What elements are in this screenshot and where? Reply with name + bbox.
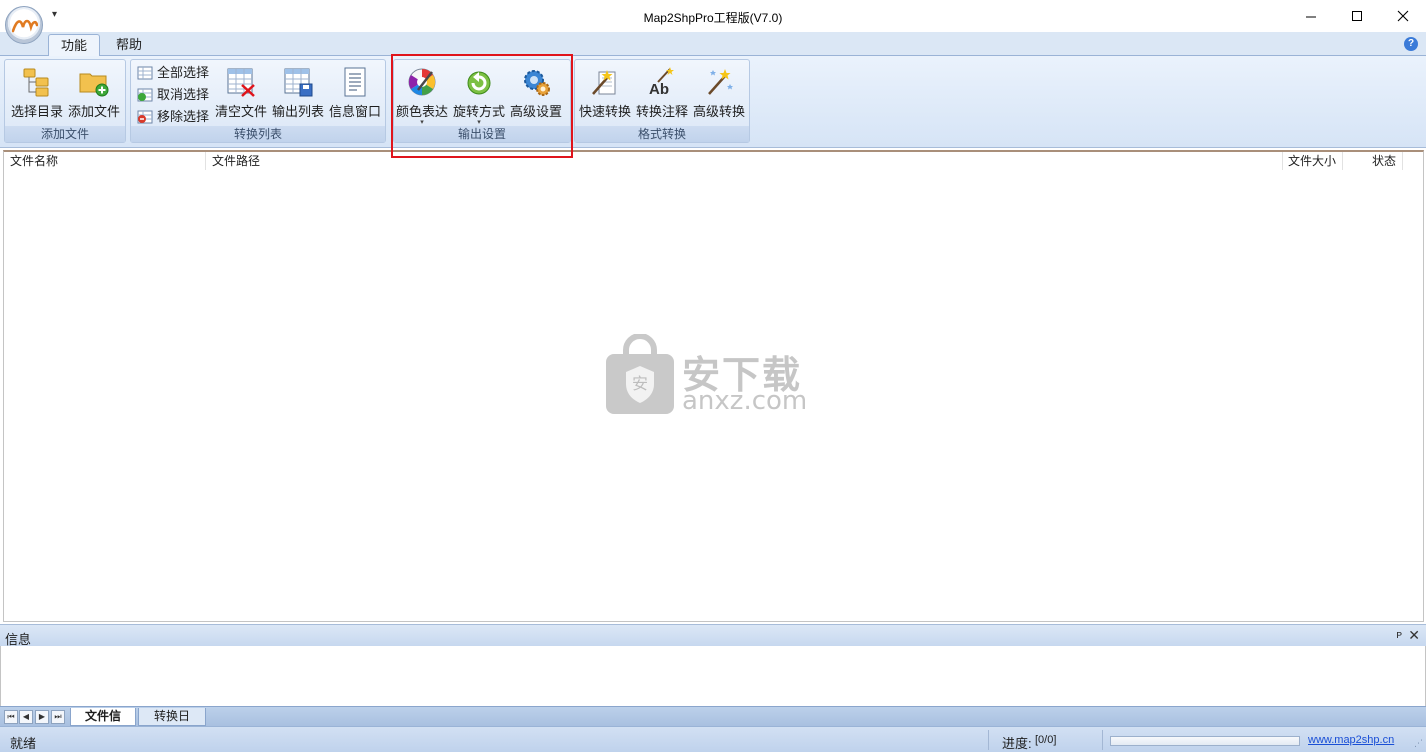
magic-wand-document-icon <box>592 70 616 95</box>
color-palette-icon <box>408 68 436 96</box>
column-header-status[interactable]: 状态 <box>1343 152 1403 170</box>
advanced-settings-label: 高级设置 <box>509 104 562 119</box>
folder-add-icon <box>79 73 109 97</box>
tab-help[interactable]: 帮助 <box>104 34 154 56</box>
previous-sheet-button[interactable]: ◀ <box>19 710 33 724</box>
rotate-icon <box>467 71 491 95</box>
ribbon: 选择目录 添加文件 添加文件 全部选择 取消选择 移除选择 清空文件 输出列表 … <box>0 56 1426 148</box>
status-divider <box>988 730 989 750</box>
first-sheet-button[interactable]: ⏮ <box>4 710 18 724</box>
group-label-convert-list: 转换列表 <box>131 126 385 142</box>
tab-functions[interactable]: 功能 <box>48 34 101 57</box>
add-file-button[interactable]: 添加文件 <box>66 62 122 124</box>
deselect-label: 取消选择 <box>157 87 210 102</box>
group-format-conversion: 快速转换 Ab 转换注释 高级转换 格式转换 <box>574 59 750 143</box>
group-output-settings: 颜色表达 ▾ 旋转方式 ▾ 高级设置 输出设置 <box>393 59 571 143</box>
minimize-icon <box>1306 16 1316 18</box>
minimize-button[interactable] <box>1288 0 1334 32</box>
svg-text:Ab: Ab <box>649 81 669 98</box>
last-sheet-button[interactable]: ⏭ <box>51 710 65 724</box>
maximize-icon <box>1352 11 1362 21</box>
column-header-file-path[interactable]: 文件路径 <box>206 152 1283 170</box>
advanced-settings-button[interactable]: 高级设置 <box>508 62 564 124</box>
info-panel-header: 信息 ᴘ ✕ <box>0 624 1426 647</box>
advanced-convert-button[interactable]: 高级转换 <box>691 62 747 124</box>
advanced-convert-label: 高级转换 <box>692 104 745 119</box>
website-link[interactable]: www.map2shp.cn <box>1308 734 1394 746</box>
close-icon <box>1397 10 1409 22</box>
add-file-label: 添加文件 <box>67 104 120 119</box>
column-header-file-size[interactable]: 文件大小 <box>1283 152 1343 170</box>
convert-annotation-label: 转换注释 <box>635 104 688 119</box>
pin-icon[interactable]: ᴘ <box>1396 629 1402 641</box>
group-label-output-settings: 输出设置 <box>394 126 570 142</box>
clear-files-button[interactable]: 清空文件 <box>213 62 269 124</box>
gears-icon <box>524 70 550 96</box>
deselect-button[interactable]: 取消选择 <box>137 85 209 105</box>
next-sheet-button[interactable]: ▶ <box>35 710 49 724</box>
sheet-tab-convert-log[interactable]: 转换日志 <box>138 708 206 740</box>
folder-tree-icon <box>23 68 49 97</box>
table-save-icon <box>284 68 313 97</box>
select-directory-button[interactable]: 选择目录 <box>9 62 65 124</box>
status-text: 就绪 <box>10 736 37 751</box>
table-clear-icon <box>227 68 255 97</box>
group-convert-list: 全部选择 取消选择 移除选择 清空文件 输出列表 信息窗口 转换列表 <box>130 59 386 143</box>
quick-convert-button[interactable]: 快速转换 <box>577 62 633 124</box>
info-window-button[interactable]: 信息窗口 <box>327 62 383 124</box>
close-button[interactable] <box>1380 0 1426 32</box>
window-title: Map2ShpPro工程版(V7.0) <box>643 11 783 25</box>
watermark: 安 安下载 anxz.com <box>604 334 824 418</box>
remove-selection-label: 移除选择 <box>157 109 210 124</box>
clear-files-label: 清空文件 <box>214 104 267 119</box>
info-panel-close-icon[interactable]: ✕ <box>1408 627 1420 644</box>
rotation-mode-button[interactable]: 旋转方式 ▾ <box>451 62 507 126</box>
watermark-domain: anxz.com <box>682 386 808 416</box>
quick-convert-label: 快速转换 <box>578 104 631 119</box>
ribbon-tab-row: 功能 帮助 ? <box>0 32 1426 57</box>
select-all-button[interactable]: 全部选择 <box>137 63 209 83</box>
magic-text-icon: Ab <box>649 67 674 98</box>
sheet-tab-file-info[interactable]: 文件信息 <box>70 708 136 740</box>
sheet-tab-bar: ⏮ ◀ ▶ ⏭ 文件信息 转换日志 <box>0 706 1426 740</box>
info-panel-body[interactable] <box>0 646 1426 706</box>
progress-value: [0/0] <box>1035 734 1057 746</box>
grid-deselect-icon <box>137 88 153 102</box>
output-list-label: 输出列表 <box>271 104 324 119</box>
remove-selection-button[interactable]: 移除选择 <box>137 107 209 127</box>
resize-grip[interactable]: ⋰ <box>1414 738 1423 749</box>
progress-bar <box>1110 736 1300 746</box>
progress-label: 进度: <box>1002 736 1032 751</box>
title-bar: ▾ Map2ShpPro工程版(V7.0) <box>0 0 1426 44</box>
color-expression-caret: ▾ <box>420 119 424 126</box>
info-window-label: 信息窗口 <box>328 104 381 119</box>
rotation-mode-caret: ▾ <box>477 119 481 126</box>
app-logo[interactable] <box>5 6 43 44</box>
document-window-icon <box>344 67 366 97</box>
grid-select-icon <box>137 66 153 80</box>
status-divider <box>1102 730 1103 750</box>
status-bar: 就绪 进度: [0/0] www.map2shp.cn ⋰ <box>0 726 1426 752</box>
group-label-add-files: 添加文件 <box>5 126 125 142</box>
magic-wand-icon <box>708 69 733 95</box>
map-logo-icon <box>12 19 38 33</box>
color-expression-button[interactable]: 颜色表达 ▾ <box>394 62 450 126</box>
help-icon[interactable]: ? <box>1404 37 1418 51</box>
watermark-badge: 安 <box>632 374 649 393</box>
group-add-files: 选择目录 添加文件 添加文件 <box>4 59 126 143</box>
select-all-label: 全部选择 <box>157 65 210 80</box>
group-label-format-conversion: 格式转换 <box>575 126 749 142</box>
convert-annotation-button[interactable]: Ab 转换注释 <box>634 62 690 124</box>
output-list-button[interactable]: 输出列表 <box>270 62 326 124</box>
select-directory-label: 选择目录 <box>10 104 63 119</box>
grid-remove-icon <box>137 110 153 124</box>
column-header-file-name[interactable]: 文件名称 <box>4 152 206 170</box>
maximize-button[interactable] <box>1334 0 1380 32</box>
